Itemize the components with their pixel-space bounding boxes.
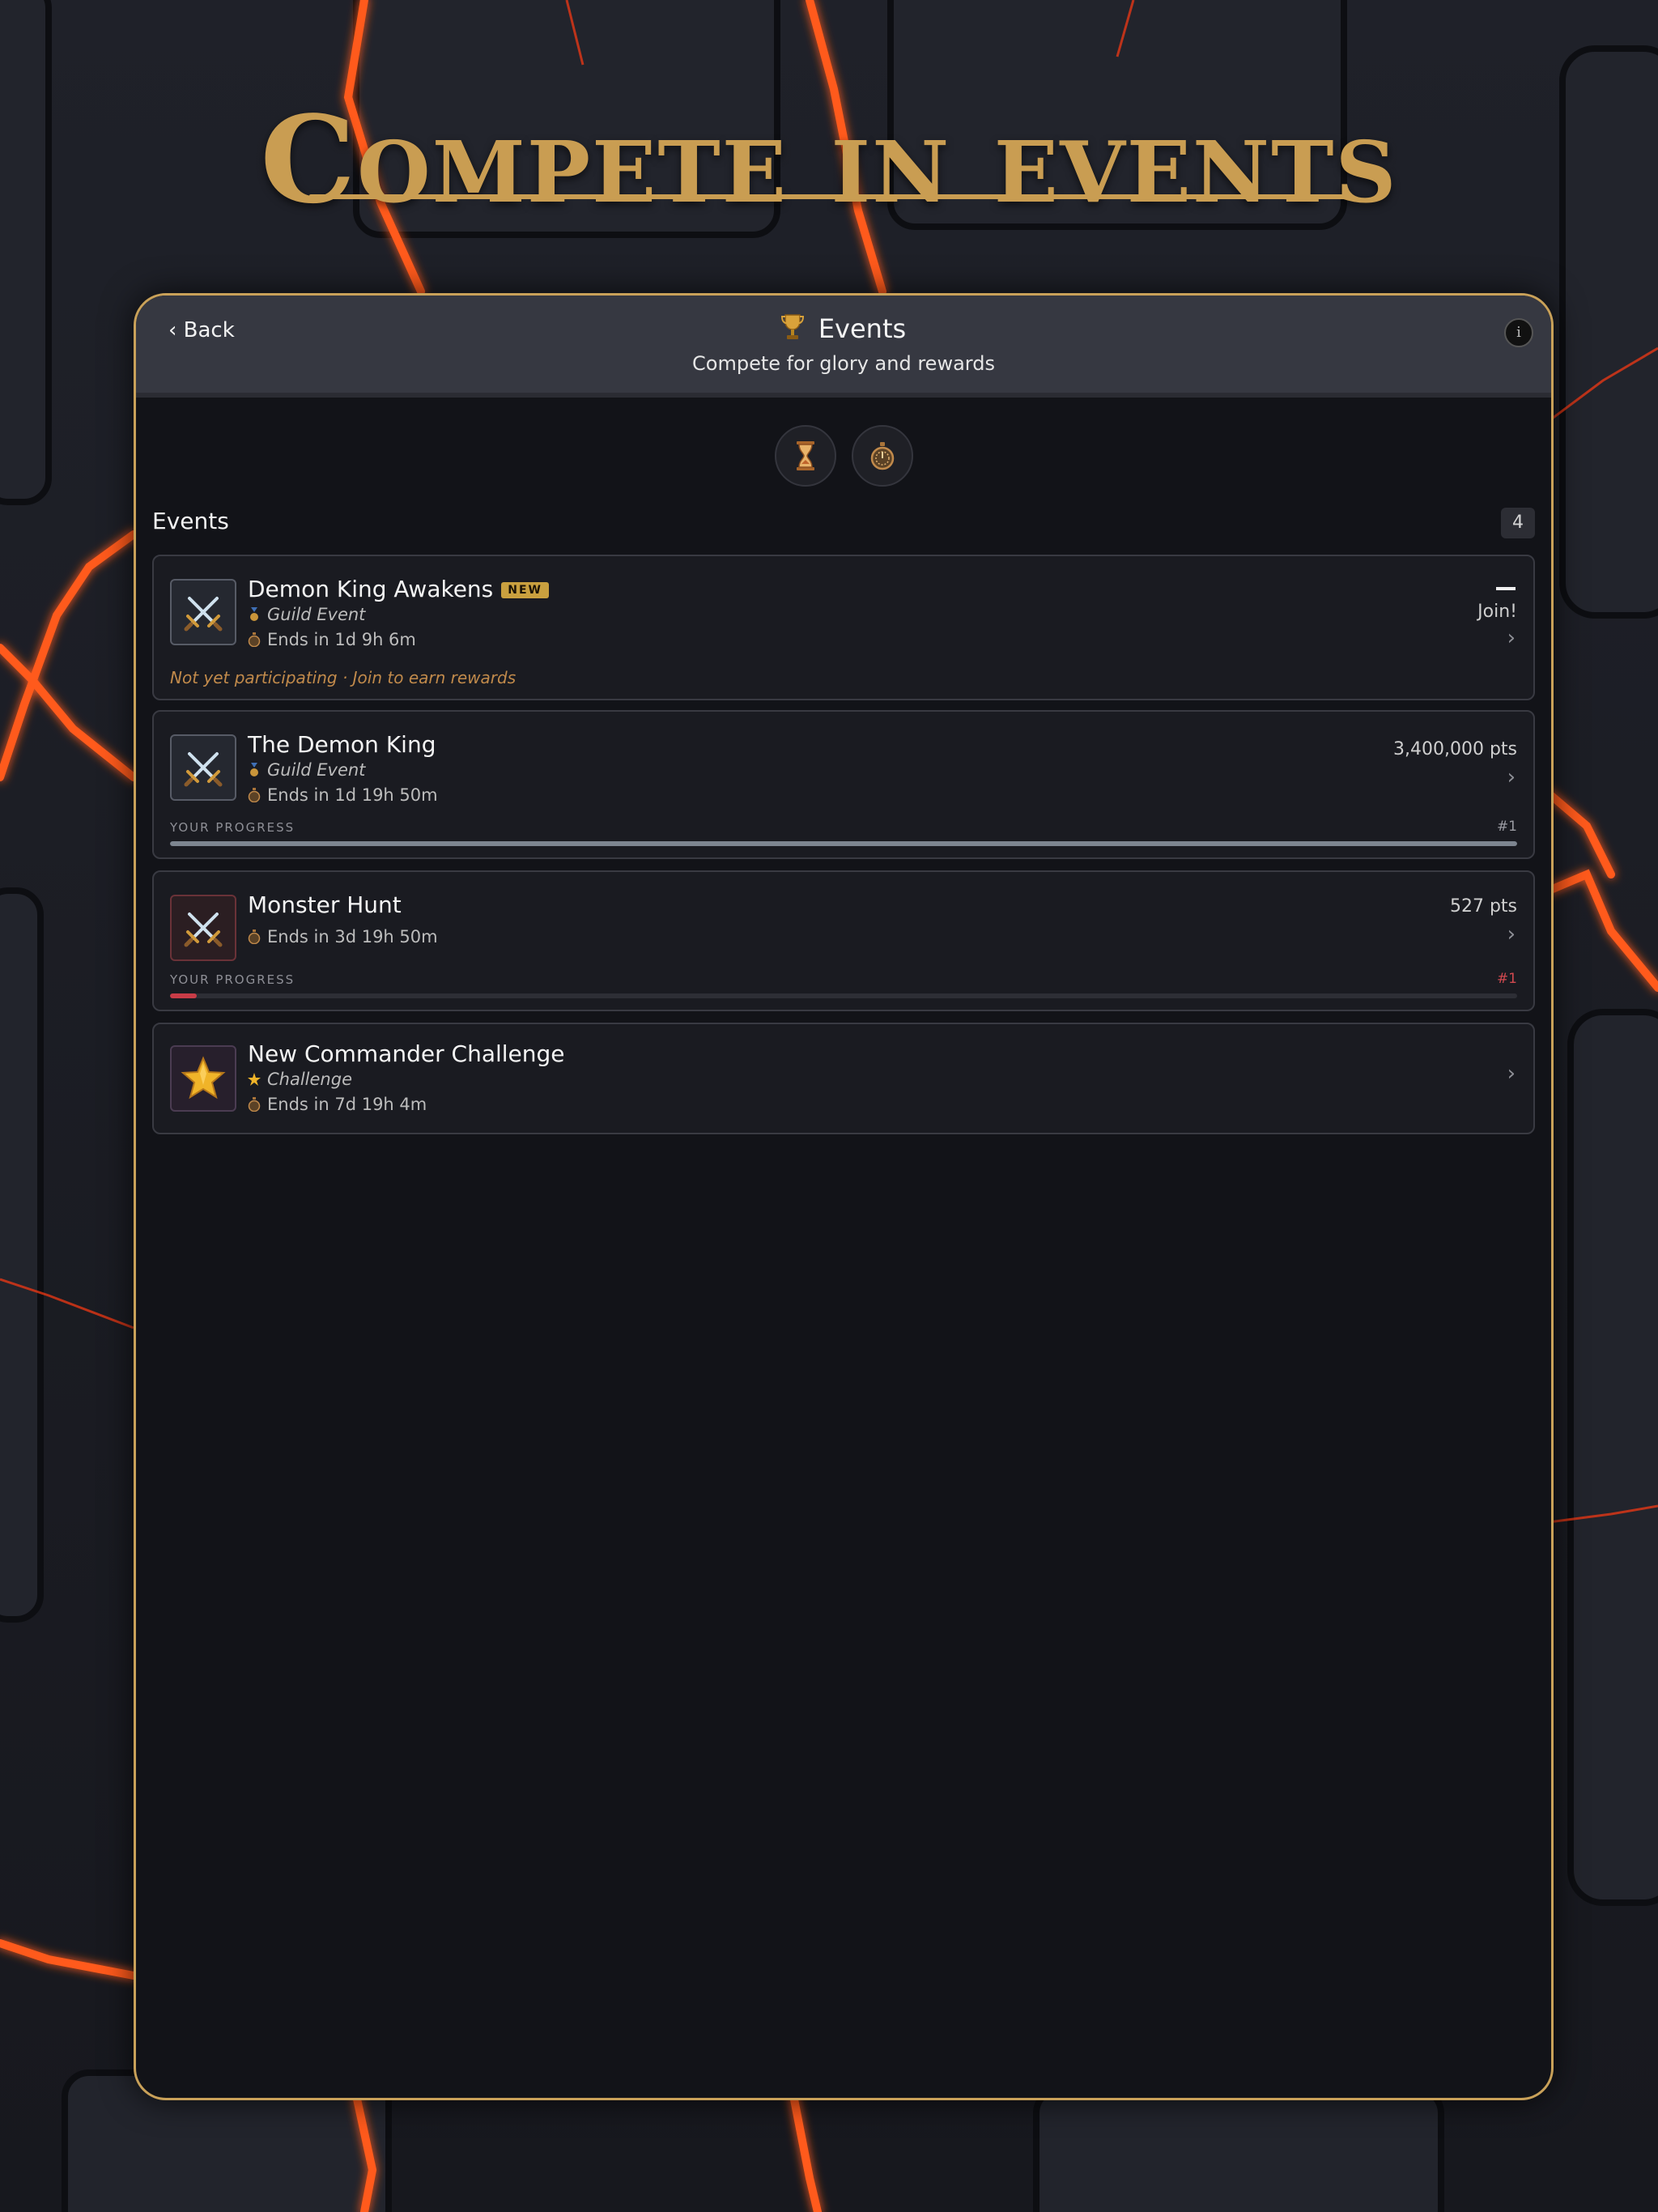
crossed-swords-icon (184, 912, 223, 947)
event-type: Challenge (248, 1070, 352, 1089)
events-screen: ‹ Back Events Compete for glory and rewa… (134, 293, 1554, 2100)
progress-label: YOUR PROGRESS (170, 820, 295, 835)
progress-bar (170, 993, 1517, 998)
points-placeholder-dash (1496, 587, 1516, 590)
event-ends-text: Ends in 1d 9h 6m (267, 630, 416, 649)
participation-notice: Not yet participating · Join to earn rew… (170, 668, 517, 687)
event-icon-frame (170, 1045, 236, 1112)
event-ends: Ends in 3d 19h 50m (248, 927, 438, 946)
event-title-text: Demon King Awakens (248, 576, 494, 602)
event-ends: Ends in 7d 19h 4m (248, 1095, 427, 1114)
progress-bar (170, 841, 1517, 846)
progress-bar-fill (170, 841, 1517, 846)
screen-title: Events (136, 313, 1551, 344)
star-icon (181, 1056, 226, 1100)
event-icon-frame (170, 895, 236, 961)
event-type: Guild Event (248, 760, 365, 780)
chevron-right-icon: › (1507, 922, 1516, 946)
new-badge: NEW (501, 582, 549, 598)
stopwatch-icon (248, 929, 261, 944)
screen-subtitle: Compete for glory and rewards (692, 352, 995, 375)
event-points: 3,400,000 pts (1392, 739, 1517, 759)
progress-label: YOUR PROGRESS (170, 972, 295, 987)
event-card-monster-hunt[interactable]: Monster Hunt Ends in 3d 19h 50m 527 pts … (152, 870, 1535, 1011)
crossed-swords-icon (184, 597, 223, 632)
headline-underline (309, 194, 1349, 199)
page-headline: Compete in events (260, 89, 1398, 230)
filter-stopwatch-button[interactable] (852, 425, 913, 487)
trophy-icon (780, 314, 804, 339)
filter-hourglass-button[interactable] (775, 425, 836, 487)
event-ends-text: Ends in 3d 19h 50m (267, 927, 438, 946)
event-type-text: Guild Event (267, 605, 366, 624)
top-bar: ‹ Back Events Compete for glory and rewa… (136, 296, 1551, 398)
stopwatch-icon (870, 442, 895, 470)
events-count-badge: 4 (1501, 508, 1535, 538)
event-ends: Ends in 1d 19h 50m (248, 785, 438, 805)
event-points: 527 pts (1449, 896, 1517, 917)
event-ends: Ends in 1d 9h 6m (248, 630, 416, 649)
crossed-swords-icon (184, 752, 223, 787)
event-type-text: Guild Event (267, 760, 366, 780)
stopwatch-icon (248, 788, 261, 802)
event-card-the-demon-king[interactable]: The Demon King Guild Event Ends in 1d 19… (152, 710, 1535, 859)
event-card-new-commander-challenge[interactable]: New Commander Challenge Challenge Ends i… (152, 1023, 1535, 1134)
event-title: The Demon King (248, 731, 436, 758)
event-ends-text: Ends in 7d 19h 4m (267, 1095, 427, 1114)
event-title: Demon King Awakens NEW (248, 576, 549, 602)
stopwatch-icon (248, 632, 261, 647)
rank-label: #1 (1496, 971, 1517, 987)
event-title: Monster Hunt (248, 891, 402, 918)
event-type: Guild Event (248, 605, 365, 624)
progress-bar-fill (170, 993, 198, 998)
rank-label: #1 (1496, 819, 1517, 835)
info-button[interactable]: i (1504, 318, 1533, 347)
event-card-demon-king-awakens[interactable]: Demon King Awakens NEW Guild Event Ends i… (152, 555, 1535, 700)
event-title: New Commander Challenge (248, 1040, 565, 1067)
star-icon (248, 1073, 261, 1086)
chevron-right-icon: › (1507, 626, 1516, 650)
join-label[interactable]: Join! (1477, 602, 1517, 622)
event-icon-frame (170, 579, 236, 645)
chevron-right-icon: › (1507, 765, 1516, 789)
event-ends-text: Ends in 1d 19h 50m (267, 785, 438, 805)
guild-medal-icon (250, 607, 258, 621)
stopwatch-icon (248, 1097, 261, 1112)
chevron-right-icon: › (1507, 1061, 1516, 1086)
guild-medal-icon (250, 763, 258, 776)
screen-title-text: Events (818, 313, 907, 344)
event-type-text: Challenge (267, 1070, 352, 1089)
event-icon-frame (170, 734, 236, 801)
hourglass-icon (797, 441, 814, 470)
events-section-title: Events (152, 508, 229, 534)
